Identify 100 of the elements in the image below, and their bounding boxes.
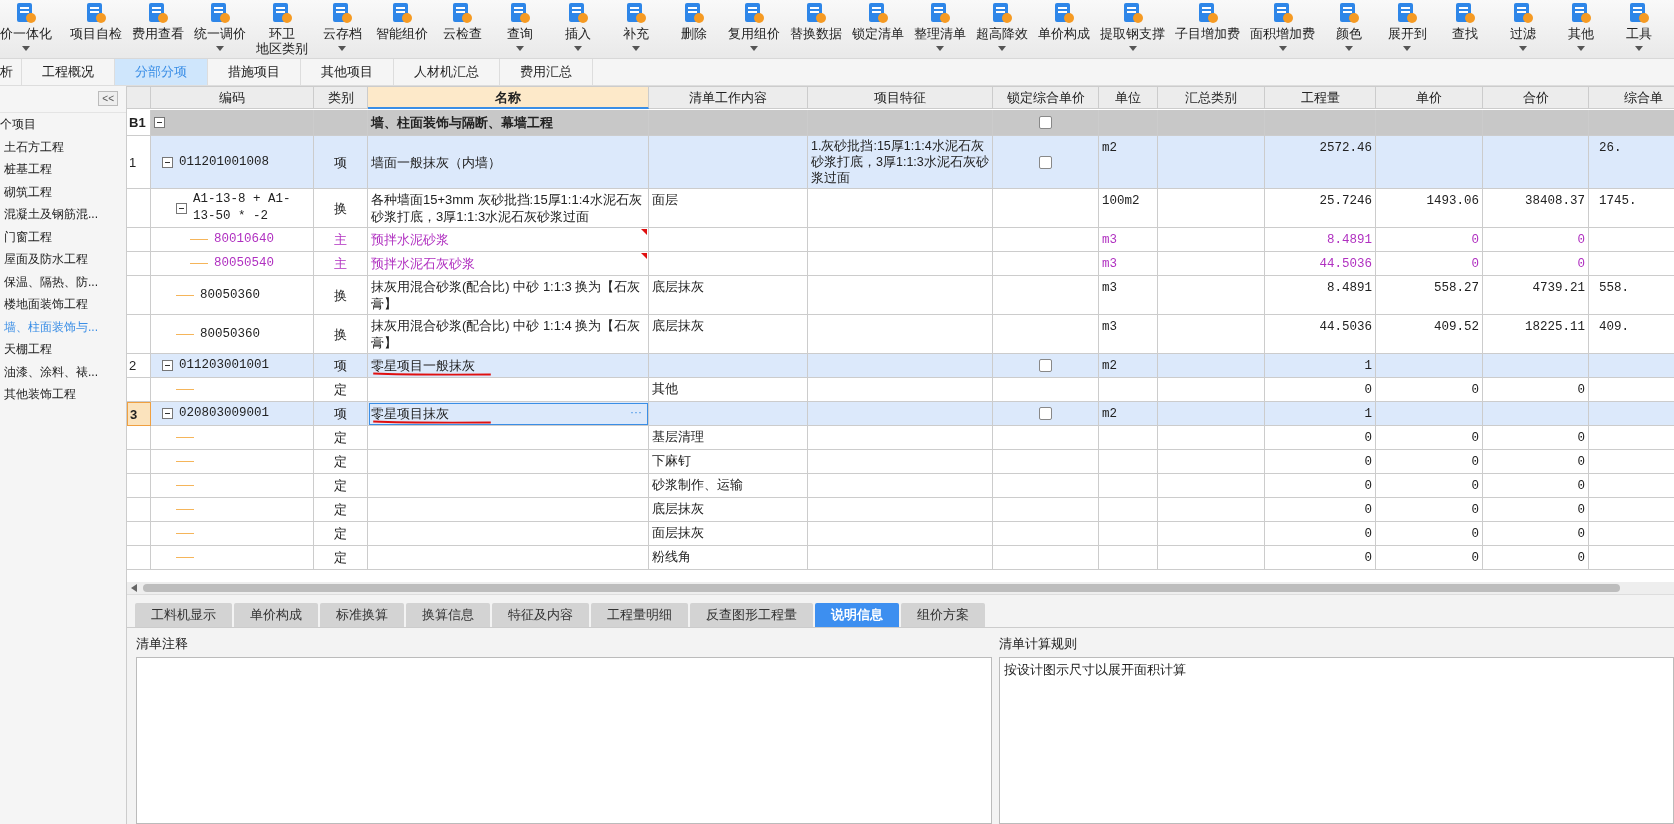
toolbar-button[interactable]: 其他	[1568, 27, 1594, 42]
column-header[interactable]: 编码	[151, 87, 314, 109]
document-icon[interactable]	[1512, 2, 1534, 24]
caret-icon[interactable]	[1128, 46, 1137, 51]
table-row[interactable]: 80010640 主 预拌水泥砂浆 m3 8.4891 0 0	[127, 228, 1674, 252]
column-header[interactable]: 单位	[1099, 87, 1158, 109]
tab[interactable]: 单价构成	[234, 603, 318, 627]
table-row[interactable]: 定 基层清理 0 0 0	[127, 426, 1674, 450]
row-number-cell[interactable]: 3	[127, 402, 151, 426]
caret-icon[interactable]	[632, 46, 640, 51]
table-row[interactable]: 80050360 换 抹灰用混合砂浆(配合比) 中砂 1:1:3 换为【石灰膏】 底层抹灰 m3 8.4891 558.27 4739.21 558.	[127, 276, 1674, 315]
document-icon[interactable]	[1271, 2, 1294, 24]
caret-icon[interactable]	[998, 46, 1006, 51]
column-header[interactable]: 名称	[368, 87, 649, 109]
toolbar-button[interactable]: 锁定清单	[852, 27, 904, 42]
collapse-button[interactable]: <<	[98, 91, 118, 106]
caret-icon[interactable]	[1577, 46, 1585, 51]
tab[interactable]: 其他项目	[301, 59, 394, 85]
document-icon[interactable]	[509, 2, 531, 24]
toolbar-button[interactable]: 过滤	[1510, 27, 1536, 42]
checkbox[interactable]	[1039, 407, 1052, 420]
document-icon[interactable]	[743, 2, 765, 24]
sidebar-item[interactable]: 土石方工程	[0, 135, 126, 158]
document-icon[interactable]	[683, 2, 705, 24]
toolbar-button[interactable]: 单价构成	[1038, 27, 1090, 42]
sidebar-item[interactable]: 其他装饰工程	[0, 383, 126, 406]
document-icon[interactable]	[1053, 2, 1075, 24]
row-number-cell[interactable]	[127, 378, 151, 402]
tab[interactable]: 措施项目	[208, 59, 301, 85]
tab[interactable]: 特征及内容	[492, 603, 589, 627]
sidebar-item[interactable]: 天棚工程	[0, 338, 126, 361]
toolbar-button[interactable]: 替换数据	[790, 27, 842, 42]
column-header[interactable]: 汇总类别	[1158, 87, 1265, 109]
document-icon[interactable]	[391, 2, 413, 24]
document-icon[interactable]	[625, 2, 647, 24]
table-row[interactable]: 3 020803009001 项 零星项目抹灰 ··· m2 1	[127, 402, 1674, 426]
row-number-cell[interactable]	[127, 450, 151, 474]
table-row[interactable]: B1 墙、柱面装饰与隔断、幕墙工程	[127, 110, 1674, 136]
expand-toggle[interactable]	[176, 202, 187, 214]
table-row[interactable]: 1 011201001008 项 墙面一般抹灰（内墙） 1.灰砂批挡:15厚1:1:4水泥石灰砂浆打底，3厚1:1:3水泥石灰砂浆过面 m2 2572.46 26.	[127, 136, 1674, 189]
document-icon[interactable]	[147, 2, 169, 24]
expand-toggle[interactable]	[162, 156, 173, 168]
arrow-left-icon[interactable]	[131, 584, 137, 592]
document-icon[interactable]	[1570, 2, 1592, 24]
sidebar-item[interactable]: 桩基工程	[0, 158, 126, 181]
toolbar-button[interactable]: 环卫	[269, 27, 295, 42]
sidebar-item[interactable]: 门窗工程	[0, 225, 126, 248]
tab[interactable]: 析	[0, 59, 22, 85]
tab[interactable]: 费用汇总	[500, 59, 593, 85]
toolbar-button[interactable]: 颜色	[1336, 27, 1362, 42]
document-icon[interactable]	[271, 2, 293, 24]
document-icon[interactable]	[991, 2, 1013, 24]
toolbar-button[interactable]: 价一体化	[0, 27, 52, 42]
caret-icon[interactable]	[1345, 46, 1353, 51]
tab[interactable]: 工程量明细	[591, 603, 688, 627]
tab[interactable]: 组价方案	[901, 603, 985, 627]
tab[interactable]: 换算信息	[406, 603, 490, 627]
toolbar-button[interactable]: 删除	[681, 27, 707, 42]
row-number-cell[interactable]	[127, 189, 151, 228]
caret-icon[interactable]	[1635, 46, 1643, 51]
document-icon[interactable]	[209, 2, 231, 24]
row-number-cell[interactable]	[127, 228, 151, 252]
document-icon[interactable]	[1121, 2, 1144, 24]
toolbar-button[interactable]: 面积增加费	[1250, 27, 1315, 42]
table-row[interactable]: 2 011203001001 项 零星项目一般抹灰 m2 1	[127, 354, 1674, 378]
toolbar-button[interactable]: 查找	[1452, 27, 1478, 42]
toolbar-button[interactable]: 补充	[623, 27, 649, 42]
row-number-cell[interactable]	[127, 474, 151, 498]
document-icon[interactable]	[567, 2, 589, 24]
row-number-cell[interactable]	[127, 426, 151, 450]
sidebar-item[interactable]: 保温、隔热、防...	[0, 270, 126, 293]
document-icon[interactable]	[867, 2, 889, 24]
column-header[interactable]: 综合单	[1589, 87, 1674, 109]
document-icon[interactable]	[451, 2, 473, 24]
document-icon[interactable]	[805, 2, 827, 24]
expand-toggle[interactable]	[162, 360, 173, 371]
toolbar-button[interactable]: 统一调价	[194, 27, 246, 42]
column-header[interactable]: 清单工作内容	[649, 87, 808, 109]
document-icon[interactable]	[1338, 2, 1360, 24]
column-header[interactable]: 单价	[1376, 87, 1483, 109]
table-row[interactable]: 80050360 换 抹灰用混合砂浆(配合比) 中砂 1:1:4 换为【石灰膏】 底层抹灰 m3 44.5036 409.52 18225.11 409.	[127, 315, 1674, 354]
caret-icon[interactable]	[750, 46, 758, 51]
document-icon[interactable]	[331, 2, 353, 24]
expand-toggle[interactable]	[162, 408, 173, 419]
toolbar-button[interactable]: 展开到	[1387, 27, 1427, 42]
row-number-cell[interactable]	[127, 252, 151, 276]
tab[interactable]: 人材机汇总	[394, 59, 500, 85]
column-header[interactable]: 类别	[314, 87, 368, 109]
toolbar-button[interactable]: 工具	[1626, 27, 1652, 42]
checkbox[interactable]	[1039, 116, 1052, 129]
toolbar-button[interactable]: 超高降效	[976, 27, 1028, 42]
table-row[interactable]: 定 底层抹灰 0 0 0	[127, 498, 1674, 522]
document-icon[interactable]	[1196, 2, 1219, 24]
caret-icon[interactable]	[516, 46, 524, 51]
document-icon[interactable]	[1396, 2, 1418, 24]
sidebar-item[interactable]: 楼地面装饰工程	[0, 293, 126, 316]
document-icon[interactable]	[85, 2, 107, 24]
row-number-cell[interactable]	[127, 315, 151, 354]
caret-icon[interactable]	[1278, 46, 1287, 51]
sidebar-item[interactable]: 个项目	[0, 113, 126, 136]
